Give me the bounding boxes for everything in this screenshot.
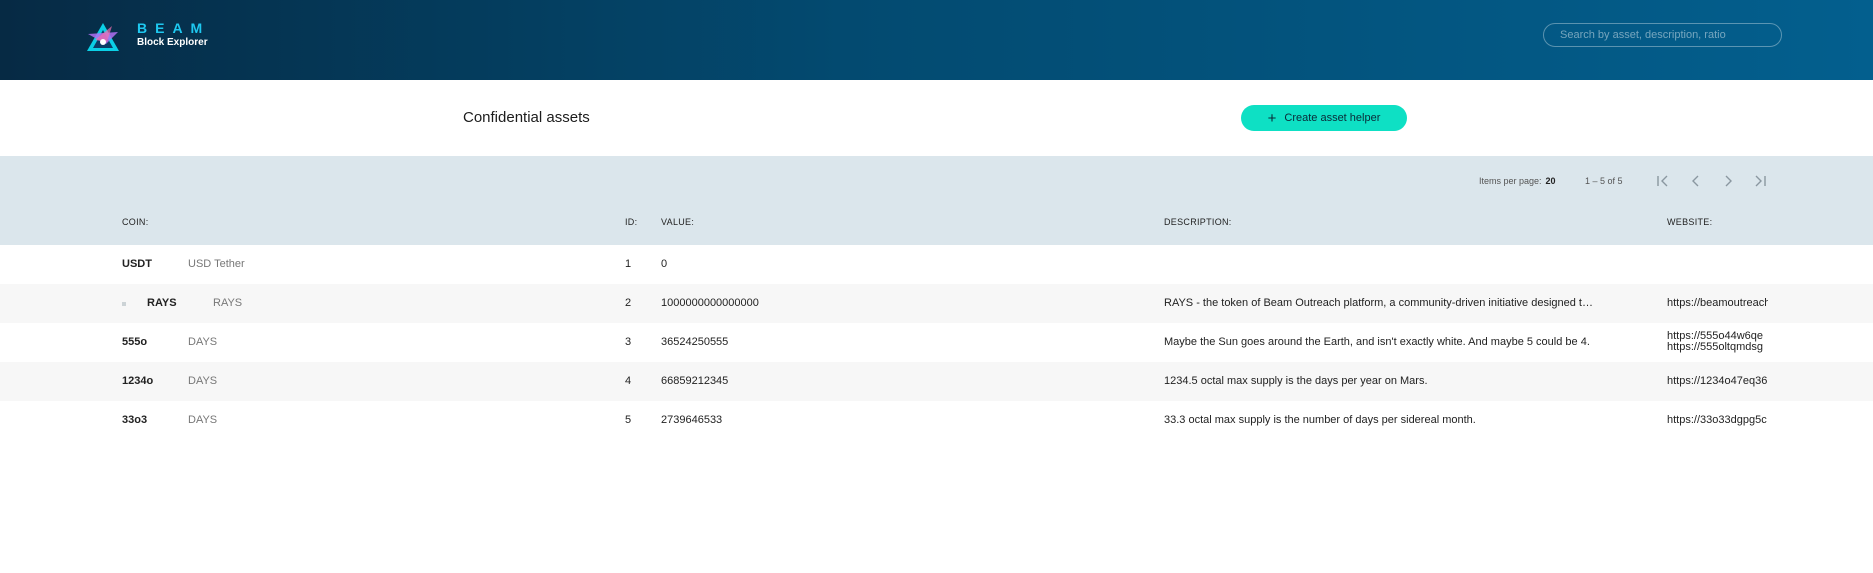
column-header-coin[interactable]: COIN: (122, 217, 149, 227)
coin-name: DAYS (188, 336, 218, 348)
first-page-icon[interactable] (1652, 170, 1674, 192)
coin-name: DAYS (188, 375, 218, 387)
top-header: BEAM Block Explorer (0, 0, 1873, 80)
items-per-page-label: Items per page: (1479, 176, 1542, 186)
asset-value: 2739646533 (661, 414, 723, 426)
column-header-id[interactable]: ID: (625, 217, 637, 227)
column-header-website[interactable]: WEBSITE: (1667, 217, 1712, 227)
items-per-page-value[interactable]: 20 (1546, 176, 1556, 186)
asset-website-link[interactable]: https://1234o47eq36 (1667, 362, 1768, 401)
table-row[interactable]: RAYS RAYS 2 1000000000000000 RAYS - the … (0, 284, 1873, 323)
asset-value: 36524250555 (661, 336, 729, 348)
asset-id: 5 (625, 414, 632, 426)
coin-symbol: 555o (122, 336, 148, 348)
page-title: Confidential assets (463, 109, 590, 126)
previous-page-icon[interactable] (1685, 170, 1707, 192)
search-input[interactable] (1543, 23, 1782, 47)
asset-value: 0 (661, 258, 668, 270)
asset-id: 4 (625, 375, 632, 387)
brand-subtitle: Block Explorer (137, 37, 208, 48)
coin-symbol: 33o3 (122, 414, 148, 426)
table-row[interactable]: 33o3 DAYS 5 2739646533 33.3 octal max su… (0, 401, 1873, 440)
column-header-description[interactable]: DESCRIPTION: (1164, 217, 1232, 227)
asset-website-list: https://555o44w6qe https://555oltqmdsg (1667, 331, 1768, 353)
table-header: Items per page: 20 1 – 5 of 5 COIN: ID: V… (0, 156, 1873, 245)
coin-symbol: 1234o (122, 375, 154, 387)
asset-website-link[interactable]: https://beamoutreach (1667, 284, 1768, 323)
pagination-range: 1 – 5 of 5 (1585, 176, 1623, 186)
create-asset-helper-button[interactable]: + Create asset helper (1241, 105, 1407, 131)
brand-name: BEAM (137, 20, 211, 36)
title-bar: Confidential assets + Create asset helpe… (0, 80, 1873, 156)
coin-name: DAYS (188, 414, 218, 426)
asset-value: 1000000000000000 (661, 297, 759, 309)
table-row[interactable]: USDT USD Tether 1 0 (0, 245, 1873, 284)
coin-name: USD Tether (188, 258, 245, 270)
coin-symbol: RAYS (147, 297, 177, 309)
table-row[interactable]: 555o DAYS 3 36524250555 Maybe the Sun go… (0, 323, 1873, 362)
table-row[interactable]: 1234o DAYS 4 66859212345 1234.5 octal ma… (0, 362, 1873, 401)
asset-website-link[interactable]: https://555oltqmdsg (1667, 342, 1768, 353)
plus-icon: + (1267, 109, 1277, 127)
asset-description: 33.3 octal max supply is the number of d… (1164, 414, 1476, 426)
coin-symbol: USDT (122, 258, 152, 270)
coin-icon (122, 302, 126, 306)
create-asset-helper-label: Create asset helper (1284, 112, 1381, 124)
asset-description: RAYS - the token of Beam Outreach platfo… (1164, 297, 1596, 309)
column-header-value[interactable]: VALUE: (661, 217, 694, 227)
next-page-icon[interactable] (1717, 170, 1739, 192)
beam-logo-icon[interactable] (86, 22, 120, 52)
asset-description: Maybe the Sun goes around the Earth, and… (1164, 336, 1590, 348)
asset-description: 1234.5 octal max supply is the days per … (1164, 375, 1428, 387)
asset-id: 1 (625, 258, 632, 270)
brand[interactable]: BEAM Block Explorer (137, 21, 210, 49)
asset-website-link[interactable]: https://33o33dgpg5c (1667, 401, 1768, 440)
coin-name: RAYS (213, 297, 243, 309)
asset-id: 3 (625, 336, 632, 348)
items-per-page[interactable]: Items per page: 20 (1479, 176, 1556, 186)
asset-value: 66859212345 (661, 375, 729, 387)
asset-id: 2 (625, 297, 632, 309)
last-page-icon[interactable] (1749, 170, 1771, 192)
